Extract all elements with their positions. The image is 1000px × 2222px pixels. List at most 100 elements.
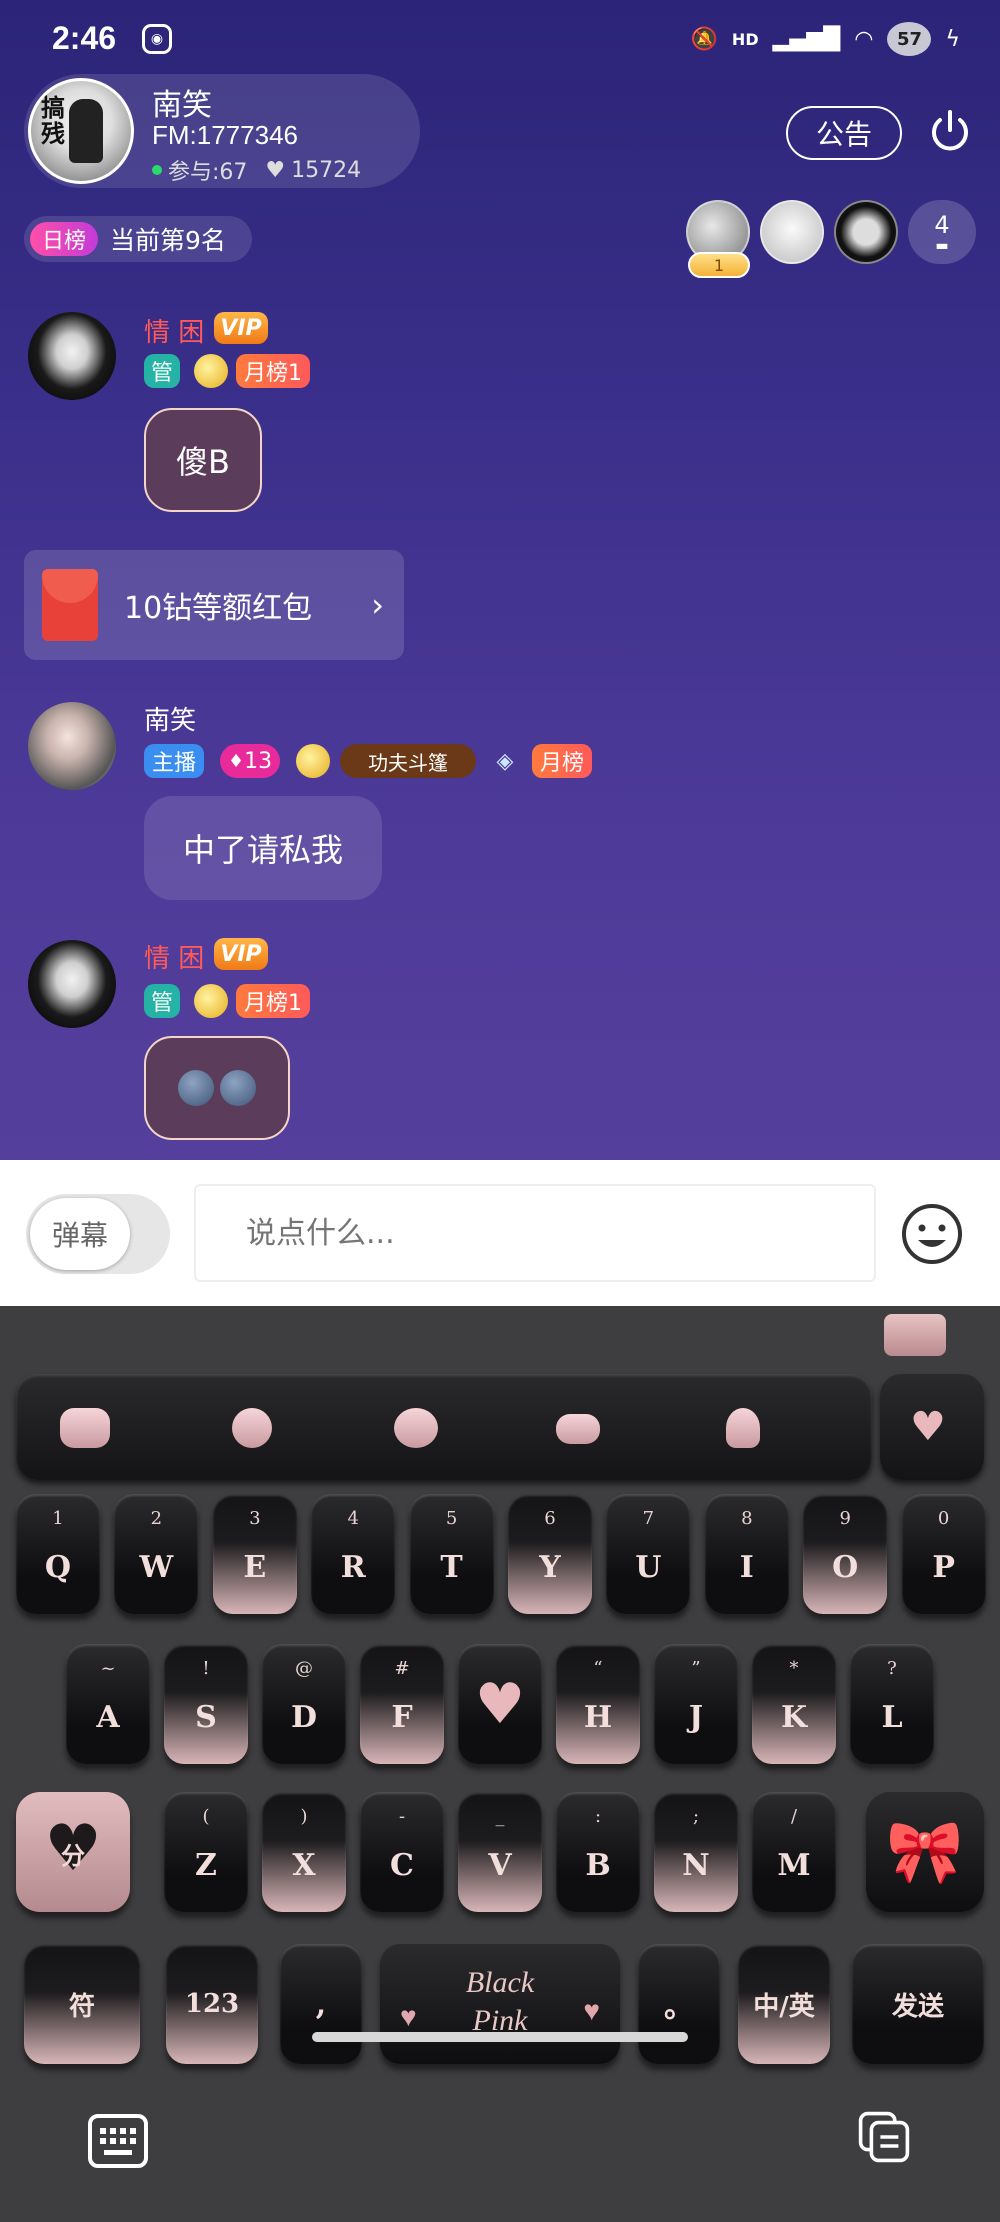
strawberry-icon[interactable] xyxy=(232,1408,272,1448)
flower-icon[interactable] xyxy=(394,1408,438,1448)
keyboard-hide-icon[interactable] xyxy=(88,2114,148,2168)
language-switch-key[interactable]: 中/英 xyxy=(738,1944,830,2064)
heart-menu-icon[interactable]: ♥ xyxy=(880,1374,984,1480)
number-key[interactable]: 123 xyxy=(166,1944,258,2064)
key-e[interactable]: 3E xyxy=(212,1494,297,1614)
user-name: 南笑 xyxy=(144,706,197,736)
user-avatar[interactable] xyxy=(28,312,116,400)
key-symbol-label: 1 xyxy=(52,1508,64,1529)
key-letter-label: C xyxy=(390,1848,414,1883)
moon-face-emoji-icon xyxy=(220,1070,256,1106)
key-r[interactable]: 4R xyxy=(311,1494,396,1614)
power-icon[interactable] xyxy=(926,108,974,156)
monthly-rank-badge: 月榜1 xyxy=(236,354,310,388)
key-letter-label: L xyxy=(881,1700,903,1735)
audience-avatar[interactable] xyxy=(760,200,824,264)
wifi-icon: ◠ xyxy=(854,26,874,52)
key-z[interactable]: (Z xyxy=(164,1792,248,1912)
key-d[interactable]: @ D xyxy=(262,1644,346,1764)
key-symbol-label: 3 xyxy=(249,1508,261,1529)
smiley-icon[interactable] xyxy=(900,1202,964,1266)
key-symbol-label: : xyxy=(594,1806,602,1827)
audience-avatar[interactable] xyxy=(834,200,898,264)
bow-key[interactable]: 🎀 xyxy=(866,1792,984,1912)
symbol-key[interactable]: 符 xyxy=(24,1944,140,2064)
split-key[interactable]: ♥ 分 xyxy=(16,1792,130,1912)
key-q[interactable]: 1Q xyxy=(16,1494,100,1614)
comma-key[interactable]: , xyxy=(280,1944,362,2064)
key-symbol-label: # xyxy=(394,1658,410,1679)
status-bar: 2:46 ◉ 🔕 HD ▂▄▆█ ◠ 57 ϟ xyxy=(0,0,1000,80)
clipboard-icon[interactable] xyxy=(854,2110,914,2164)
key-b[interactable]: :B xyxy=(556,1792,640,1912)
period-key-label: 。 xyxy=(664,1990,694,2025)
chat-input[interactable] xyxy=(194,1184,876,1282)
key-k[interactable]: * K xyxy=(752,1644,836,1764)
online-dot-icon xyxy=(152,165,162,175)
key-w[interactable]: 2W xyxy=(114,1494,199,1614)
period-key[interactable]: 。 xyxy=(638,1944,720,2064)
heart-key[interactable]: ♥ xyxy=(458,1644,542,1764)
key-y[interactable]: 6Y xyxy=(508,1494,592,1614)
key-letter-label: A xyxy=(96,1700,120,1735)
key-letter-label: Q xyxy=(44,1550,72,1585)
key-s[interactable]: ! S xyxy=(164,1644,248,1764)
tulip-icon[interactable] xyxy=(726,1408,760,1448)
key-h[interactable]: “H xyxy=(556,1644,640,1764)
user-avatar[interactable] xyxy=(28,940,116,1028)
audience-count-button[interactable]: 4 ▬ xyxy=(908,200,976,264)
key-o[interactable]: 9O xyxy=(803,1494,888,1614)
key-n[interactable]: ; N xyxy=(654,1792,738,1912)
signal-icon: HD xyxy=(731,29,759,49)
key-letter-label: S xyxy=(195,1700,217,1735)
key-letter-label: E xyxy=(243,1550,267,1585)
message-bubble[interactable]: 傻B xyxy=(144,408,262,512)
chat-input-bar: 弹幕 xyxy=(0,1160,1000,1306)
danmu-toggle[interactable]: 弹幕 xyxy=(26,1194,170,1274)
vip-badge: VIP xyxy=(214,938,268,970)
send-key[interactable]: 发送 xyxy=(852,1944,984,2064)
key-f[interactable]: # F xyxy=(360,1644,444,1764)
cursor-move-icon[interactable] xyxy=(556,1414,600,1444)
comma-key-label: , xyxy=(315,1986,327,2022)
coin-badge-icon xyxy=(194,984,228,1018)
key-j[interactable]: ” J xyxy=(654,1644,738,1764)
key-symbol-label: 4 xyxy=(347,1508,359,1529)
red-packet-card[interactable]: 10钻等额红包 › xyxy=(24,550,404,660)
message-bubble[interactable]: 中了请私我 xyxy=(144,796,382,900)
message-bubble[interactable] xyxy=(144,1036,290,1140)
diamond-badge-icon: ◈ xyxy=(496,748,514,774)
cloud-icon[interactable] xyxy=(60,1408,110,1448)
key-m[interactable]: / M xyxy=(752,1792,836,1912)
key-p[interactable]: 0P xyxy=(901,1494,986,1614)
key-l[interactable]: ? L xyxy=(850,1644,934,1764)
kungfu-cape-badge: 功夫斗篷 xyxy=(340,744,476,778)
avatar-text: 搞残 xyxy=(41,94,65,148)
daily-rank-badge: 日榜 xyxy=(30,222,98,256)
key-t[interactable]: 5T xyxy=(409,1494,494,1614)
host-avatar[interactable]: 搞残 xyxy=(28,78,134,184)
key-i[interactable]: 8I xyxy=(704,1494,789,1614)
daily-rank-pill[interactable]: 日榜 当前第9名 xyxy=(24,216,252,262)
send-key-label: 发送 xyxy=(891,1991,944,2022)
vip-badge: VIP xyxy=(214,312,268,344)
heart-envelope-icon[interactable] xyxy=(884,1314,946,1356)
key-u[interactable]: 7U xyxy=(606,1494,691,1614)
user-avatar[interactable] xyxy=(28,702,116,790)
key-c[interactable]: -C xyxy=(360,1792,444,1912)
heart-icon: ♥ xyxy=(265,157,286,183)
key-letter-label: P xyxy=(932,1550,955,1585)
daily-rank-text: 当前第9名 xyxy=(110,226,226,255)
space-key[interactable]: Black Pink ♥ ♥ xyxy=(380,1944,620,2064)
key-a[interactable]: ~ A xyxy=(66,1644,150,1764)
weibo-icon: ◉ xyxy=(142,24,172,54)
monthly-rank-badge: 月榜1 xyxy=(236,984,310,1018)
moon-face-emoji-icon xyxy=(178,1070,214,1106)
heart-icon: ♥ xyxy=(400,2002,417,2033)
home-indicator[interactable] xyxy=(312,2032,688,2042)
space-key-line1: Black xyxy=(465,1966,535,1999)
status-time: 2:46 xyxy=(52,20,117,56)
key-x[interactable]: ) X xyxy=(262,1792,346,1912)
key-v[interactable]: _ V xyxy=(458,1792,542,1912)
notice-button[interactable]: 公告 xyxy=(786,106,902,160)
